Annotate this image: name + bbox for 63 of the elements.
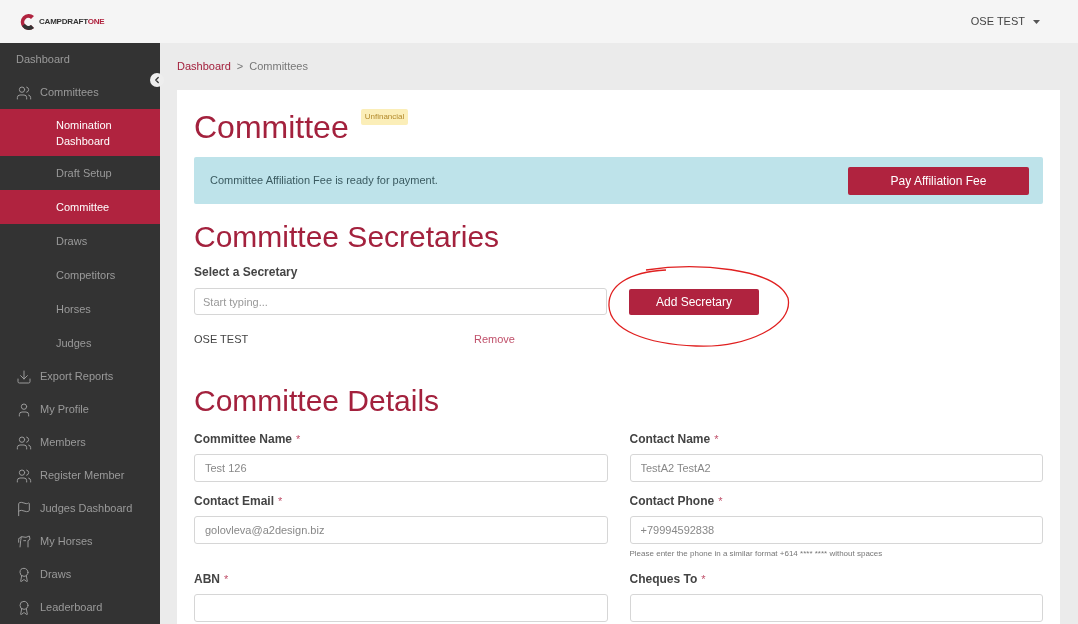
sidebar-item[interactable]: Members [0, 426, 160, 460]
chevron-left-icon [152, 75, 162, 85]
pay-fee-button[interactable]: Pay Affiliation Fee [848, 166, 1029, 195]
people-icon [16, 434, 32, 451]
required-mark: * [714, 431, 719, 447]
text-field[interactable]: TestA2 TestA2 [629, 453, 1043, 482]
sidebar-item[interactable]: My Profile [0, 393, 160, 427]
sidebar-item[interactable]: Register Member [0, 459, 160, 493]
sidebar-item[interactable]: Draws [0, 558, 160, 592]
field-label: ABN [194, 570, 220, 588]
field-label: Committee Name [194, 430, 293, 448]
people-icon [16, 84, 32, 101]
field-label: Contact Email [194, 492, 274, 510]
sidebar-item[interactable]: Export Reports [0, 360, 160, 394]
required-mark: * [296, 431, 301, 447]
text-field[interactable] [629, 593, 1043, 622]
required-mark: * [701, 571, 706, 587]
text-field[interactable]: Test 126 [194, 453, 608, 482]
required-mark: * [718, 493, 723, 509]
logo-text[interactable]: CAMPDRAFTONE [39, 15, 105, 28]
sidebar-item[interactable]: Dashboard [0, 43, 160, 76]
text-field[interactable]: golovleva@a2design.biz [194, 515, 608, 544]
person-icon [16, 401, 32, 418]
required-mark: * [278, 493, 283, 509]
breadcrumb-link[interactable]: Dashboard [177, 58, 231, 75]
people-icon [16, 467, 32, 484]
award-icon [16, 599, 32, 616]
user-menu[interactable]: OSE TEST [970, 13, 1040, 30]
sidebar-item[interactable]: Committees [0, 76, 160, 109]
sidebar-item[interactable]: Nomination Dashboard [0, 109, 160, 157]
section-heading: Committee Details [194, 382, 441, 419]
sidebar-item[interactable]: Judges [0, 326, 160, 361]
status-badge: Unfinancial [360, 109, 409, 125]
sidebar-item[interactable]: Draws [0, 224, 160, 259]
sidebar-item[interactable]: Leaderboard [0, 591, 160, 624]
remove-link[interactable]: Remove [474, 331, 515, 348]
page-title: Committee [194, 108, 349, 147]
field-label: Contact Name [629, 430, 711, 448]
section-heading: Committee Secretaries [194, 219, 501, 255]
secretary-name: OSE TEST [194, 332, 250, 347]
help-text: Please enter the phone in a similar format +614 **** **** without spaces [629, 547, 884, 560]
flag-icon [16, 500, 32, 517]
field-label: Cheques To [629, 570, 698, 588]
breadcrumb-separator: > [236, 59, 244, 75]
secretary-search-field[interactable]: Start typing... [194, 288, 607, 315]
sidebar-item[interactable]: Horses [0, 292, 160, 327]
sidebar-item[interactable]: Draft Setup [0, 156, 160, 191]
breadcrumb-current: Committees [249, 59, 308, 75]
add-secretary-button[interactable]: Add Secretary [629, 288, 759, 315]
sidebar-item[interactable]: Competitors [0, 258, 160, 293]
caret-icon [1033, 19, 1040, 24]
required-mark: * [224, 571, 229, 587]
horse-icon [16, 533, 32, 550]
text-field[interactable]: +79994592838 [629, 515, 1043, 544]
sidebar-item[interactable]: My Horses [0, 525, 160, 559]
sidebar-item[interactable]: Judges Dashboard [0, 492, 160, 526]
text-field[interactable] [194, 593, 608, 622]
field-label: Contact Phone [629, 492, 715, 510]
download-icon [16, 368, 32, 385]
field-label: Select a Secretary [194, 264, 299, 281]
alert-message: Committee Affiliation Fee is ready for payment. [210, 173, 438, 189]
sidebar-item[interactable]: Committee [0, 190, 160, 225]
award-icon [16, 566, 32, 583]
